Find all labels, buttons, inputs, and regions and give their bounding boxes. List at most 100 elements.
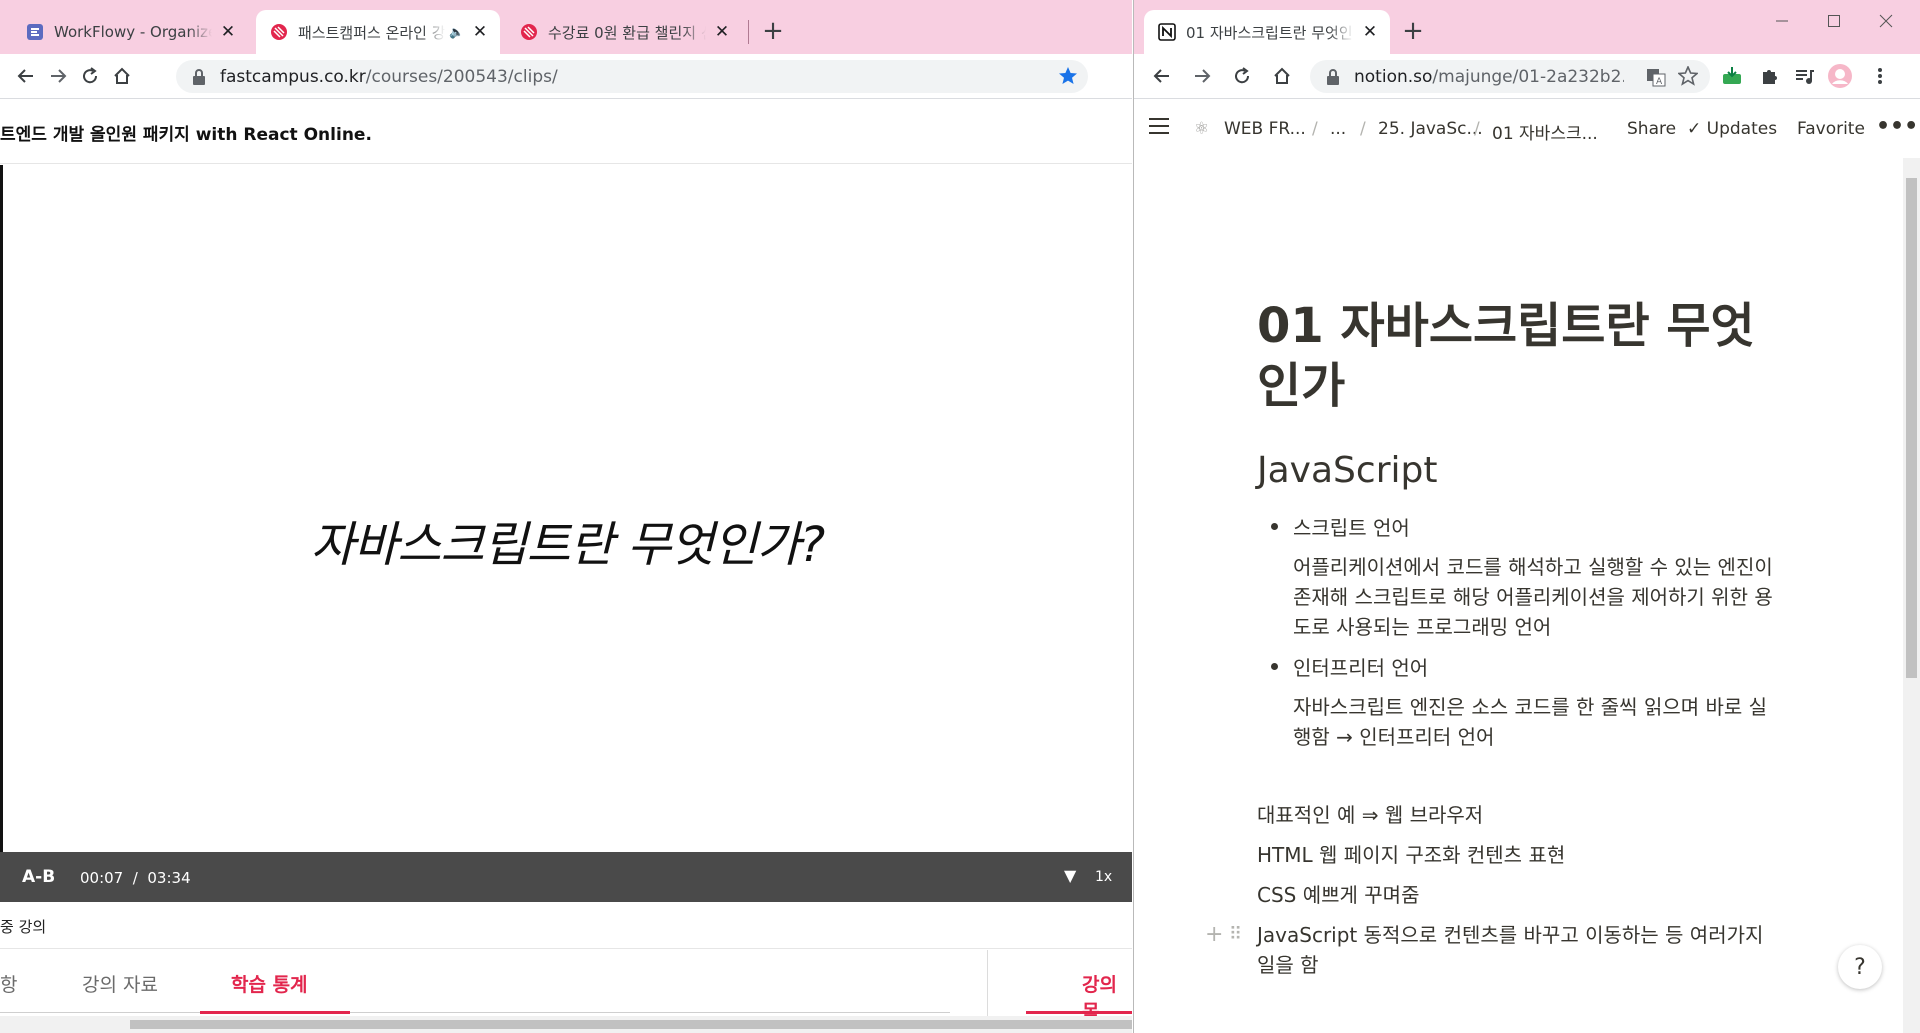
drag-handle-icon[interactable]: ⠿ <box>1229 924 1242 945</box>
bookmark-star-outline-icon[interactable] <box>1677 64 1699 91</box>
quality-dropdown-icon[interactable]: ▼ <box>1064 866 1076 885</box>
home-icon[interactable] <box>1266 60 1298 92</box>
react-page-icon: ⚛ <box>1194 119 1210 139</box>
bookmark-star-icon[interactable] <box>1058 66 1078 91</box>
browser-toolbar: notion.so/majunge/01-2a232b2... A <box>1134 54 1920 99</box>
more-options-icon[interactable]: ••• <box>1876 114 1918 139</box>
lock-icon <box>1326 68 1342 85</box>
breadcrumb-separator: / <box>1474 119 1480 139</box>
forward-icon[interactable] <box>1186 60 1218 92</box>
reload-icon[interactable] <box>1226 60 1258 92</box>
new-tab-icon[interactable]: + <box>758 16 788 46</box>
back-icon[interactable] <box>1146 60 1178 92</box>
video-slide-text: 자바스크립트란 무엇인가? <box>310 517 826 573</box>
lock-icon <box>192 68 208 85</box>
time-display: 00:07 / 03:34 <box>80 869 191 887</box>
help-button[interactable]: ? <box>1838 945 1882 989</box>
maximize-icon[interactable] <box>1814 6 1854 36</box>
tab-title: 수강료 0원 환급 챌린지 신청 페이지 <box>548 23 706 42</box>
paragraph[interactable]: CSS 예쁘게 꾸며줌 <box>1257 880 1787 910</box>
side-tab-underline <box>1026 1011 1132 1014</box>
bullet-item[interactable]: 스크립트 언어 <box>1271 512 1410 541</box>
tab-strip: WorkFlowy - Organize your brain ✕ 패스트캠퍼스… <box>0 0 1132 54</box>
tab-title: 01 자바스크립트란 무엇인가 <box>1186 23 1354 42</box>
extension-download-icon[interactable] <box>1716 60 1748 92</box>
forward-icon[interactable] <box>42 60 74 92</box>
bullet-item[interactable]: 인터프리터 언어 <box>1270 652 1428 681</box>
course-title: 트엔드 개발 올인원 패키지 with React Online. <box>0 100 1132 164</box>
browser-toolbar: fastcampus.co.kr/courses/200543/clips/ <box>0 54 1132 99</box>
tab-notion-page[interactable]: 01 자바스크립트란 무엇인가 ✕ <box>1144 10 1390 54</box>
bullet-detail[interactable]: 어플리케이션에서 코드를 해석하고 실행할 수 있는 엔진이 존재해 스크립트로… <box>1293 552 1773 642</box>
ab-repeat-button[interactable]: A-B <box>22 867 55 887</box>
add-block-icon[interactable]: + <box>1205 922 1223 947</box>
tab-strip: 01 자바스크립트란 무엇인가 ✕ + <box>1134 0 1920 54</box>
audio-playing-icon[interactable]: 🔈 <box>449 25 464 39</box>
url-text: notion.so/majunge/01-2a232b2... <box>1354 66 1624 87</box>
paragraph[interactable]: 대표적인 예 ⇒ 웹 브라우저 <box>1257 800 1787 830</box>
back-icon[interactable] <box>10 60 42 92</box>
updates-button[interactable]: ✓ Updates <box>1687 119 1777 139</box>
right-browser-window: 01 자바스크립트란 무엇인가 ✕ + notion.so/majunge/01… <box>1133 0 1920 1033</box>
home-icon[interactable] <box>106 60 138 92</box>
favorite-button[interactable]: Favorite <box>1797 119 1865 139</box>
minimize-icon[interactable] <box>1762 6 1802 36</box>
video-player[interactable]: 자바스크립트란 무엇인가? <box>0 165 1132 852</box>
address-bar[interactable]: fastcampus.co.kr/courses/200543/clips/ <box>176 60 1088 93</box>
player-control-bar: A-B 00:07 / 03:34 ▼ 1x <box>0 852 1132 902</box>
fastcampus-favicon-icon <box>520 23 538 41</box>
close-tab-icon[interactable]: ✕ <box>470 22 490 42</box>
playlist-label: 중 강의 <box>0 902 1132 949</box>
breadcrumb-separator: / <box>1360 119 1366 139</box>
scrollbar-thumb[interactable] <box>130 1020 1132 1029</box>
extensions-puzzle-icon[interactable] <box>1754 60 1786 92</box>
breadcrumb-item[interactable]: WEB FR... <box>1224 119 1306 139</box>
fastcampus-favicon-icon <box>270 23 288 41</box>
paragraph[interactable]: JavaScript 동적으로 컨텐츠를 바꾸고 이동하는 등 여러가지 일을 … <box>1257 920 1787 980</box>
tabs-baseline <box>0 1012 950 1013</box>
media-control-icon[interactable] <box>1788 60 1820 92</box>
tab-refund-challenge[interactable]: 수강료 0원 환급 챌린지 신청 페이지 ✕ <box>506 10 742 54</box>
horizontal-scrollbar[interactable] <box>0 1016 1132 1033</box>
share-button[interactable]: Share <box>1627 119 1676 139</box>
breadcrumb-item[interactable]: ... <box>1330 119 1346 139</box>
tab-separator <box>748 20 749 44</box>
paragraph[interactable]: HTML 웹 페이지 구조화 컨텐츠 표현 <box>1257 840 1787 870</box>
close-window-icon[interactable] <box>1866 6 1906 36</box>
playback-speed-button[interactable]: 1x <box>1095 869 1112 885</box>
tab-notice[interactable]: 항 <box>0 970 17 997</box>
close-tab-icon[interactable]: ✕ <box>218 22 238 42</box>
close-tab-icon[interactable]: ✕ <box>712 22 732 42</box>
svg-text:A: A <box>1656 77 1663 87</box>
new-tab-icon[interactable]: + <box>1398 16 1428 46</box>
profile-avatar[interactable] <box>1824 60 1856 92</box>
breadcrumb-item[interactable]: 01 자바스크... <box>1492 119 1598 144</box>
breadcrumb-item[interactable]: 25. JavaSc... <box>1378 119 1483 139</box>
notion-favicon-icon <box>1158 23 1176 41</box>
url-text: fastcampus.co.kr/courses/200543/clips/ <box>220 66 558 87</box>
tab-learning-stats[interactable]: 학습 통계 <box>231 970 308 997</box>
address-bar[interactable]: notion.so/majunge/01-2a232b2... A <box>1310 60 1710 93</box>
active-tab-underline <box>200 1011 350 1014</box>
close-tab-icon[interactable]: ✕ <box>1360 22 1380 42</box>
notion-topbar: ⚛ WEB FR... / ... / 25. JavaSc... / 01 자… <box>1134 100 1920 158</box>
left-browser-window: WorkFlowy - Organize your brain ✕ 패스트캠퍼스… <box>0 0 1132 1033</box>
panel-divider <box>987 950 988 1016</box>
tab-course-materials[interactable]: 강의 자료 <box>82 970 158 997</box>
vertical-scrollbar[interactable] <box>1903 158 1920 1033</box>
hamburger-menu-icon[interactable] <box>1148 116 1170 141</box>
reload-icon[interactable] <box>74 60 106 92</box>
browser-menu-icon[interactable] <box>1864 60 1896 92</box>
scrollbar-thumb[interactable] <box>1906 178 1917 678</box>
translate-icon[interactable]: A <box>1646 67 1666 92</box>
breadcrumb-separator: / <box>1312 119 1318 139</box>
tab-title: WorkFlowy - Organize your brain <box>54 23 212 41</box>
bullet-detail[interactable]: 자바스크립트 엔진은 소스 코드를 한 줄씩 읽으며 바로 실행함 → 인터프리… <box>1293 692 1773 752</box>
tab-title: 패스트캠퍼스 온라인 강의 - 콘텐츠 <box>298 23 446 42</box>
tab-workflowy[interactable]: WorkFlowy - Organize your brain ✕ <box>12 10 248 54</box>
tab-fastcampus-lecture[interactable]: 패스트캠퍼스 온라인 강의 - 콘텐츠 🔈 ✕ <box>256 10 500 54</box>
check-icon: ✓ <box>1687 119 1702 139</box>
heading-javascript[interactable]: JavaScript <box>1257 450 1437 491</box>
course-tabs: 항 강의 자료 학습 통계 강의목 <box>0 950 1132 1023</box>
page-title[interactable]: 01 자바스크립트란 무엇인가 <box>1257 296 1777 416</box>
